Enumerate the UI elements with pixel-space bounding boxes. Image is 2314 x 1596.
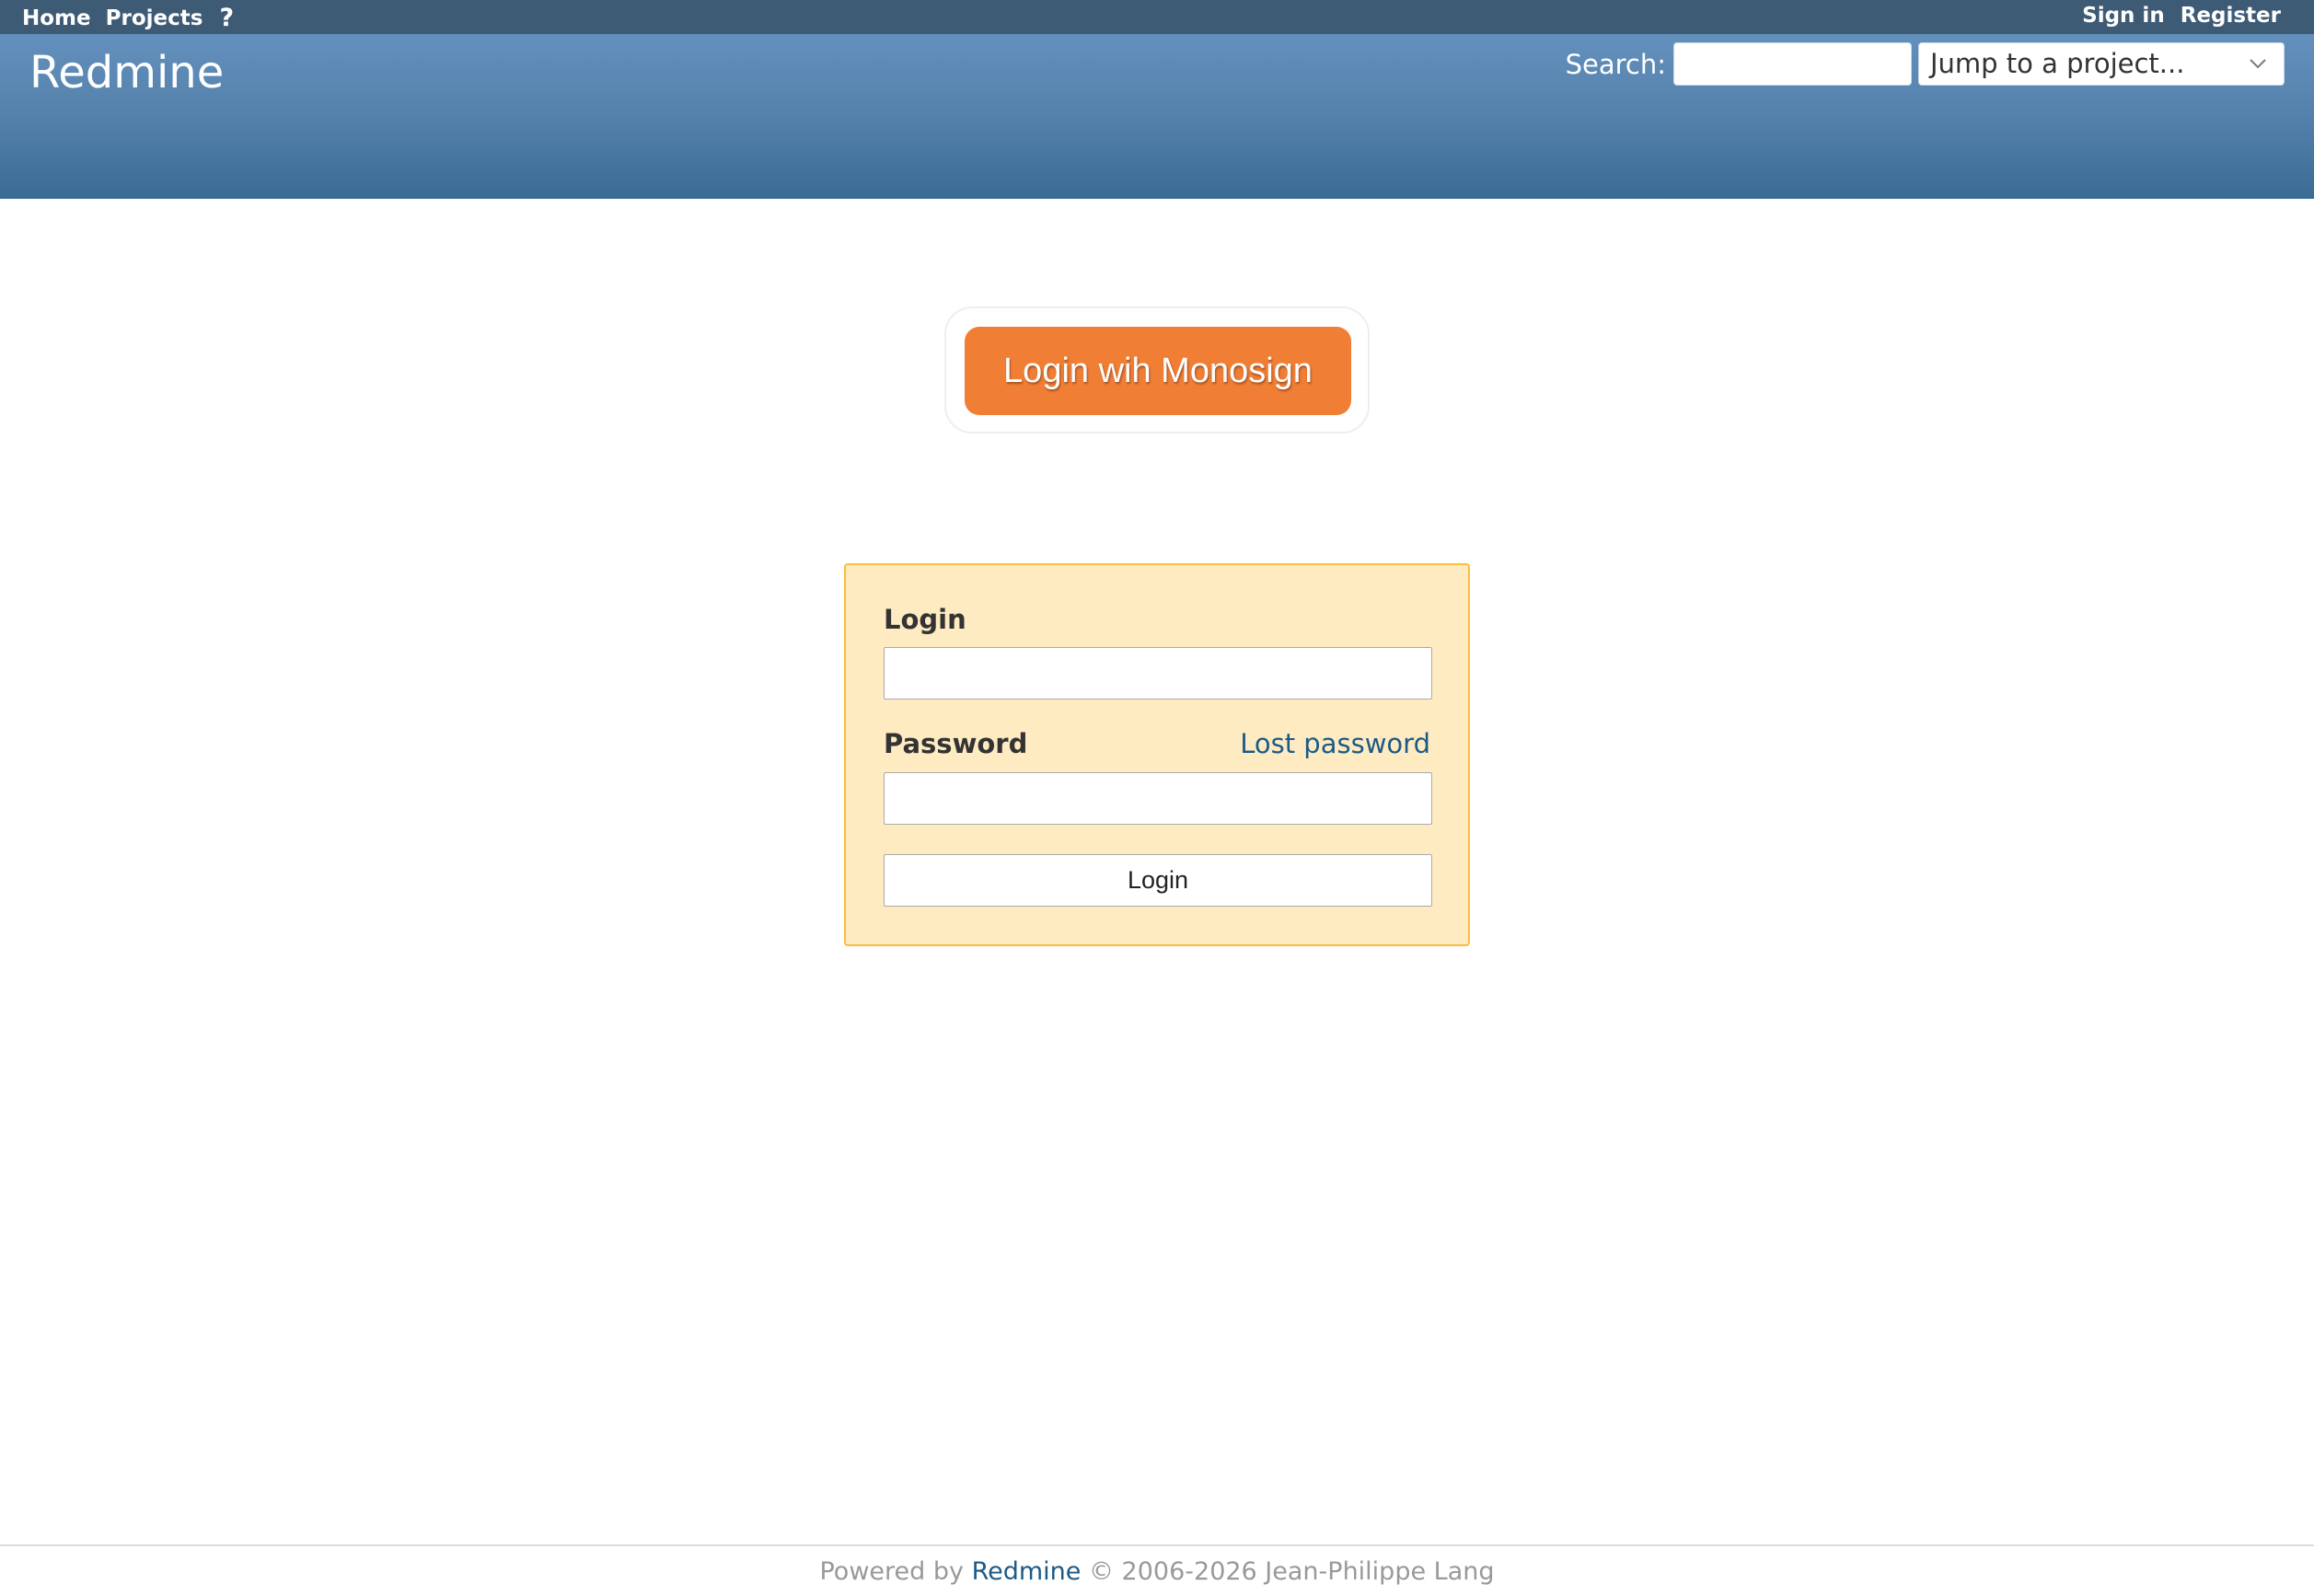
quick-search: Search: Jump to a project... — [1566, 42, 2285, 86]
sign-in-link[interactable]: Sign in — [2082, 4, 2165, 28]
footer-prefix: Powered by — [819, 1557, 972, 1586]
login-submit-button[interactable]: Login — [884, 854, 1432, 907]
account-menu: Sign in Register — [2066, 4, 2281, 28]
login-form: Login Password Lost password Login — [844, 563, 1470, 946]
password-label: Password — [884, 728, 1028, 759]
help-icon[interactable]: ? — [219, 4, 234, 32]
page-footer: Powered by Redmine © 2006-2026 Jean-Phil… — [0, 1544, 2314, 1596]
username-field[interactable] — [884, 647, 1432, 700]
project-jump-label: Jump to a project... — [1930, 48, 2185, 79]
home-link[interactable]: Home — [22, 6, 91, 30]
redmine-footer-link[interactable]: Redmine — [972, 1557, 1082, 1586]
monosign-login-button[interactable]: Login wih Monosign — [965, 327, 1351, 415]
search-input[interactable] — [1673, 42, 1912, 86]
app-title: Redmine — [29, 47, 225, 98]
footer-copyright: © 2006-2026 Jean-Philippe Lang — [1081, 1557, 1495, 1586]
search-label: Search: — [1565, 48, 1666, 80]
chevron-down-icon — [2250, 59, 2266, 69]
project-jump-select[interactable]: Jump to a project... — [1918, 42, 2285, 86]
top-menu: Home Projects ? Sign in Register — [0, 0, 2314, 34]
top-menu-left: Home Projects ? — [22, 4, 249, 32]
password-field[interactable] — [884, 772, 1432, 825]
page-header: Redmine Search: Jump to a project... — [0, 34, 2314, 199]
projects-link[interactable]: Projects — [106, 6, 203, 30]
register-link[interactable]: Register — [2181, 4, 2281, 28]
login-label: Login — [884, 604, 966, 635]
lost-password-link[interactable]: Lost password — [1240, 728, 1430, 759]
monosign-login-container: Login wih Monosign — [944, 306, 1370, 434]
